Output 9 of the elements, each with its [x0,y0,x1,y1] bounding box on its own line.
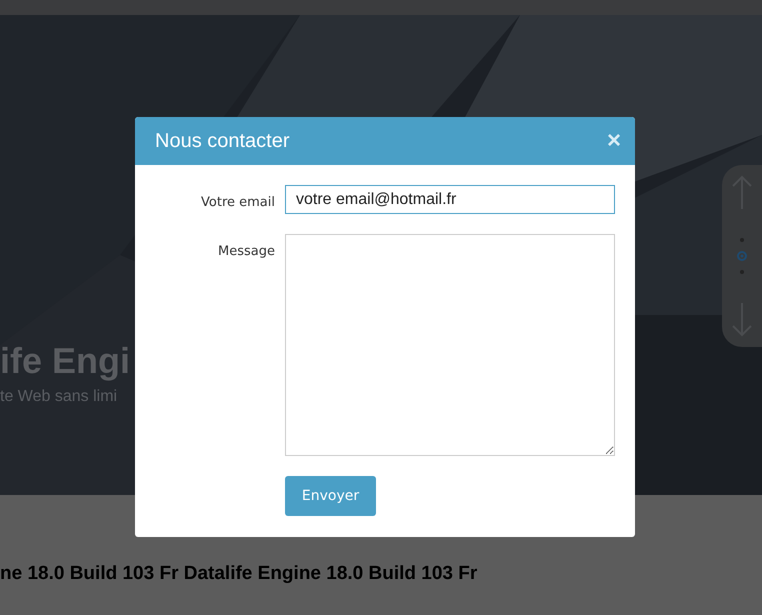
email-field[interactable]: votre email@hotmail.fr [285,185,615,214]
field-label: Message [217,243,275,261]
dialog-title: Nous contacter [155,130,290,152]
close-button[interactable]: × [604,129,623,153]
field-label: Votre email [200,194,275,212]
message-field[interactable] [285,234,615,456]
submit-button[interactable]: Envoyer [285,476,376,516]
article-headline: ne 18.0 Build 103 Fr Datalife Engine 18.0 Build 103 Fr [0,563,478,585]
slide-dot[interactable] [737,251,747,261]
